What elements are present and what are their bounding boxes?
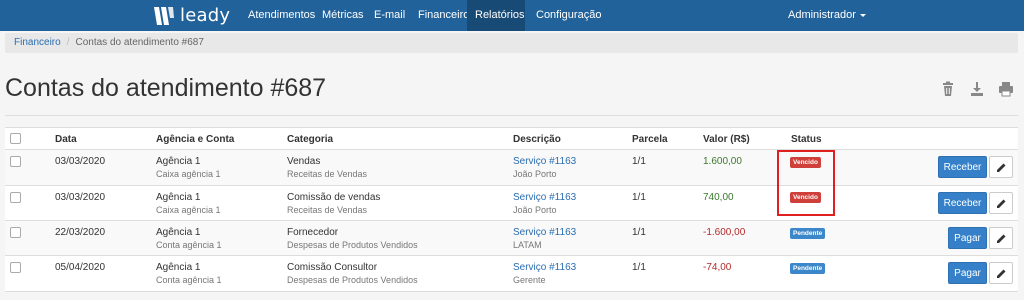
- top-navbar: leady Atendimentos Métricas E-mail Finan…: [0, 0, 1024, 31]
- row-value: -1.600,00: [703, 227, 746, 238]
- row-date: 03/03/2020: [55, 192, 106, 203]
- row-subcategory: Despesas de Produtos Vendidos: [287, 275, 418, 285]
- pencil-icon: [997, 199, 1006, 208]
- row-date: 03/03/2020: [55, 156, 106, 167]
- row-description-link[interactable]: Serviço #1163: [513, 156, 576, 167]
- row-value: 740,00: [703, 192, 734, 203]
- print-icon[interactable]: [998, 81, 1014, 97]
- row-person: João Porto: [513, 205, 557, 215]
- breadcrumb-current: Contas do atendimento #687: [75, 37, 204, 48]
- row-installment: 1/1: [632, 192, 646, 203]
- row-installment: 1/1: [632, 227, 646, 238]
- row-category: Fornecedor: [287, 227, 339, 238]
- row-date: 05/04/2020: [55, 262, 106, 273]
- edit-button[interactable]: [989, 262, 1013, 284]
- row-checkbox[interactable]: [10, 262, 21, 273]
- row-description-link[interactable]: Serviço #1163: [513, 192, 576, 203]
- edit-button[interactable]: [989, 192, 1013, 214]
- table-row: 22/03/2020 Agência 1 Conta agência 1 For…: [5, 221, 1018, 256]
- row-subcategory: Receitas de Vendas: [287, 169, 368, 179]
- user-menu[interactable]: Administrador: [788, 0, 866, 31]
- column-header-installment[interactable]: Parcela: [632, 134, 668, 145]
- caret-down-icon: [859, 13, 866, 17]
- brand-logo[interactable]: leady: [152, 3, 230, 28]
- column-header-status[interactable]: Status: [791, 134, 822, 145]
- overdue-highlight-box: [777, 150, 835, 216]
- row-installment: 1/1: [632, 262, 646, 273]
- pencil-icon: [997, 163, 1006, 172]
- nav-item-metricas[interactable]: Métricas: [314, 0, 372, 31]
- row-category: Comissão de vendas: [287, 192, 381, 203]
- breadcrumb-link-financeiro[interactable]: Financeiro: [14, 37, 61, 48]
- edit-button[interactable]: [989, 227, 1013, 249]
- nav-item-configuracao[interactable]: Configuração: [528, 0, 609, 31]
- column-header-description[interactable]: Descrição: [513, 134, 561, 145]
- brand-name: leady: [180, 5, 231, 26]
- row-subcategory: Despesas de Produtos Vendidos: [287, 240, 418, 250]
- row-description-link[interactable]: Serviço #1163: [513, 227, 576, 238]
- leady-logo-icon: [154, 6, 174, 25]
- row-person: Gerente: [513, 275, 546, 285]
- row-description-link[interactable]: Serviço #1163: [513, 262, 576, 273]
- row-category: Vendas: [287, 156, 321, 167]
- row-value: 1.600,00: [703, 156, 742, 167]
- status-badge-pending: Pendente: [790, 263, 826, 274]
- nav-item-atendimentos[interactable]: Atendimentos: [240, 0, 323, 31]
- column-header-date[interactable]: Data: [55, 134, 77, 145]
- row-value: -74,00: [703, 262, 732, 273]
- trash-icon[interactable]: [940, 81, 956, 97]
- row-category: Comissão Consultor: [287, 262, 378, 273]
- column-header-category[interactable]: Categoria: [287, 134, 333, 145]
- nav-item-email[interactable]: E-mail: [366, 0, 413, 31]
- row-account: Conta agência 1: [156, 275, 222, 285]
- row-account: Caixa agência 1: [156, 205, 221, 215]
- pay-button[interactable]: Pagar: [948, 227, 987, 249]
- column-header-value[interactable]: Valor (R$): [703, 134, 750, 145]
- row-agency: Agência 1: [156, 156, 201, 167]
- row-subcategory: Receitas de Vendas: [287, 205, 368, 215]
- nav-item-relatorios[interactable]: Relatórios: [467, 0, 525, 31]
- table-row: 03/03/2020 Agência 1 Caixa agência 1 Com…: [5, 186, 1018, 221]
- pencil-icon: [997, 269, 1006, 278]
- breadcrumb: Financeiro / Contas do atendimento #687: [5, 33, 1018, 53]
- download-icon[interactable]: [969, 81, 985, 97]
- row-installment: 1/1: [632, 156, 646, 167]
- select-all-checkbox[interactable]: [10, 133, 21, 144]
- table-header-row: Data Agência e Conta Categoria Descrição…: [5, 127, 1018, 150]
- row-checkbox[interactable]: [10, 227, 21, 238]
- page-title: Contas do atendimento #687: [5, 74, 327, 102]
- receive-button[interactable]: Receber: [938, 156, 987, 178]
- row-agency: Agência 1: [156, 262, 201, 273]
- row-person: João Porto: [513, 169, 557, 179]
- table-row: 05/04/2020 Agência 1 Conta agência 1 Com…: [5, 256, 1018, 292]
- column-header-agency[interactable]: Agência e Conta: [156, 134, 234, 145]
- pay-button[interactable]: Pagar: [948, 262, 987, 284]
- row-date: 22/03/2020: [55, 227, 106, 238]
- user-menu-label: Administrador: [788, 9, 856, 21]
- row-person: LATAM: [513, 240, 542, 250]
- edit-button[interactable]: [989, 156, 1013, 178]
- pencil-icon: [997, 234, 1006, 243]
- breadcrumb-separator: /: [66, 37, 70, 48]
- status-badge-pending: Pendente: [790, 228, 826, 239]
- row-account: Caixa agência 1: [156, 169, 221, 179]
- row-checkbox[interactable]: [10, 192, 21, 203]
- row-checkbox[interactable]: [10, 156, 21, 167]
- receive-button[interactable]: Receber: [938, 192, 987, 214]
- title-divider: [5, 115, 1018, 116]
- table-row: 03/03/2020 Agência 1 Caixa agência 1 Ven…: [5, 150, 1018, 186]
- row-account: Conta agência 1: [156, 240, 222, 250]
- row-agency: Agência 1: [156, 192, 201, 203]
- row-agency: Agência 1: [156, 227, 201, 238]
